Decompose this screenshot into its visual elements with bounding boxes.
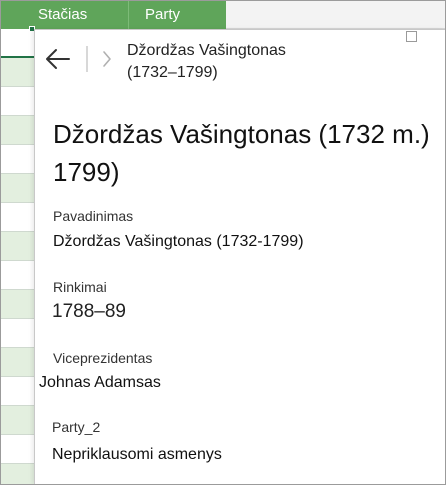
table-row[interactable] [0, 377, 34, 406]
breadcrumb-line-1: Džordžas Vašingtonas [127, 42, 286, 59]
record-card-panel: Džordžas Vašingtonas (1732–1799) Džordža… [34, 29, 445, 484]
table-row[interactable] [0, 290, 34, 319]
table-row[interactable] [0, 435, 34, 464]
table-row[interactable] [0, 232, 34, 261]
field-label-rinkimai: Rinkimai [53, 279, 107, 295]
forward-button[interactable] [99, 48, 115, 70]
field-label-pavadinimas: Pavadinimas [53, 208, 134, 224]
field-value-party-2: Nepriklausomi asmenys [52, 446, 222, 463]
table-row[interactable] [0, 348, 34, 377]
table-row[interactable] [0, 203, 34, 232]
column-header-party[interactable]: Party [145, 6, 180, 23]
field-value-viceprezidentas: Johnas Adamsas [39, 374, 161, 391]
nav-divider [86, 46, 88, 72]
column-header-staciasas[interactable]: Stačias [38, 6, 87, 23]
field-label-viceprezidentas: Viceprezidentas [53, 350, 153, 366]
table-row[interactable] [0, 87, 34, 116]
field-value-pavadinimas: Džordžas Vašingtonas (1732-1799) [53, 233, 304, 250]
back-button[interactable] [43, 44, 73, 74]
card-title: Džordžas Vašingtonas (1732 m.) 1799) [53, 119, 430, 187]
breadcrumb-line-2: (1732–1799) [127, 64, 218, 81]
table-row[interactable] [0, 174, 34, 203]
table-row[interactable] [0, 406, 34, 435]
table-row[interactable] [0, 464, 34, 485]
field-label-party-2: Party_2 [52, 419, 101, 435]
breadcrumb: Džordžas Vašingtonas (1732–1799) [127, 40, 427, 84]
column-separator [128, 0, 129, 29]
table-row[interactable] [0, 116, 34, 145]
empty-header-area [226, 0, 446, 29]
back-arrow-icon [46, 49, 70, 69]
field-value-rinkimai: 1788–89 [52, 301, 126, 322]
table-row[interactable] [0, 29, 34, 58]
maximize-icon[interactable] [406, 31, 417, 42]
row-strip [0, 29, 34, 485]
table-row[interactable] [0, 145, 34, 174]
table-row[interactable] [0, 58, 34, 87]
table-row[interactable] [0, 261, 34, 290]
table-row[interactable] [0, 319, 34, 348]
chevron-right-icon [103, 51, 111, 67]
table-header-row: Stačias Party [0, 0, 226, 29]
